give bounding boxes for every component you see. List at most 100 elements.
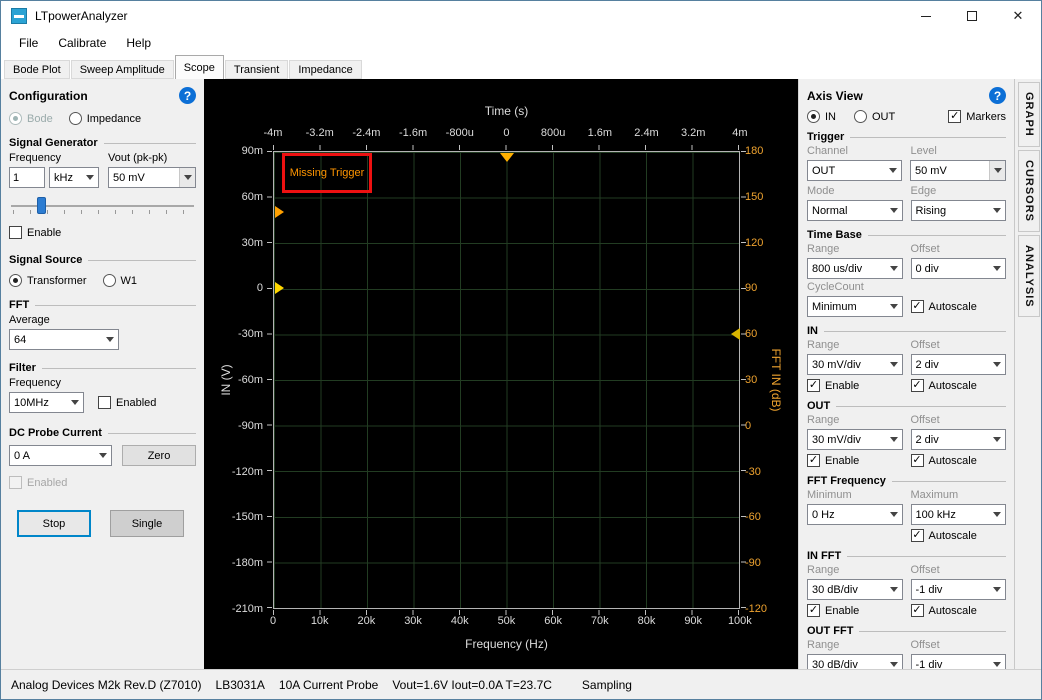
tab-bode-plot[interactable]: Bode Plot	[4, 60, 70, 79]
side-tab-graph[interactable]: GRAPH	[1018, 82, 1040, 147]
tick-label: 120	[745, 235, 793, 251]
stop-button[interactable]: Stop	[17, 510, 91, 537]
chevron-down-icon	[82, 168, 98, 187]
side-tab-analysis[interactable]: ANALYSIS	[1018, 235, 1040, 318]
app-window: LTpowerAnalyzer ✕ File Calibrate Help Bo…	[0, 0, 1042, 700]
radio-axis-out[interactable]: OUT	[854, 110, 895, 123]
radio-dot-icon	[9, 112, 22, 125]
fft-zero-marker-icon[interactable]	[731, 328, 740, 340]
trigger-level-combo[interactable]	[910, 160, 1006, 181]
check-icon: ✓	[911, 604, 924, 617]
tick-label: -60	[745, 509, 793, 525]
radio-transformer[interactable]: Transformer	[9, 274, 87, 287]
signal-generator-enable-checkbox[interactable]: Enable	[9, 226, 61, 239]
scope-display: Time (s) -4m -3.2m -2.4m -1.6m -800u 0 8…	[204, 79, 798, 671]
radio-dot-icon	[807, 110, 820, 123]
radio-w1[interactable]: W1	[103, 274, 138, 287]
trigger-channel-select[interactable]: OUT	[807, 160, 902, 181]
frequency-unit-select[interactable]: kHz	[49, 167, 99, 188]
maximize-button[interactable]	[949, 1, 995, 31]
out-enable-checkbox[interactable]: ✓ Enable	[807, 454, 903, 467]
out-range-select[interactable]: 30 mV/div	[807, 429, 903, 450]
side-tab-cursors[interactable]: CURSORS	[1018, 150, 1040, 232]
help-icon[interactable]: ?	[179, 87, 196, 104]
in-enable-checkbox[interactable]: ✓ Enable	[807, 379, 903, 392]
out-autoscale-checkbox[interactable]: ✓ Autoscale	[911, 454, 1007, 467]
in-fft-range-select[interactable]: 30 dB/div	[807, 579, 903, 600]
slider-handle[interactable]	[37, 197, 46, 214]
check-icon: ✓	[948, 110, 961, 123]
fft-frequency-max-select[interactable]: 100 kHz	[911, 504, 1007, 525]
tick-label: 0	[485, 127, 527, 139]
in-zero-marker-icon[interactable]	[275, 282, 284, 294]
frequency-input[interactable]	[9, 167, 45, 188]
maximum-label: Maximum	[911, 489, 1007, 502]
radio-impedance[interactable]: Impedance	[69, 112, 141, 125]
in-fft-offset-select[interactable]: -1 div	[911, 579, 1007, 600]
help-icon[interactable]: ?	[989, 87, 1006, 104]
vout-select[interactable]: 50 mV	[108, 167, 196, 188]
close-button[interactable]: ✕	[995, 1, 1041, 31]
chevron-down-icon	[95, 446, 111, 465]
trigger-level-label: Level	[911, 145, 1007, 158]
markers-checkbox[interactable]: ✓ Markers	[948, 110, 1006, 123]
missing-trigger-text: Missing Trigger	[290, 167, 365, 179]
out-offset-select[interactable]: 2 div	[911, 429, 1007, 450]
menu-help[interactable]: Help	[116, 31, 161, 55]
fft-section-title: FFT	[9, 299, 196, 311]
time-zero-marker-icon[interactable]	[500, 153, 514, 162]
in-offset-select[interactable]: 2 div	[911, 354, 1007, 375]
tick-label: 800u	[532, 127, 574, 139]
radio-dot-icon	[103, 274, 116, 287]
in-fft-autoscale-checkbox[interactable]: ✓ Autoscale	[911, 604, 1007, 617]
time-base-range-select[interactable]: 800 us/div	[807, 258, 903, 279]
zero-button[interactable]: Zero	[122, 445, 196, 466]
trigger-edge-select[interactable]: Rising	[911, 200, 1007, 221]
tick-label: 0	[204, 280, 267, 296]
chevron-down-icon	[886, 580, 902, 599]
tab-sweep-amplitude[interactable]: Sweep Amplitude	[71, 60, 174, 79]
app-icon	[11, 8, 27, 24]
single-button[interactable]: Single	[110, 510, 184, 537]
filter-enabled-checkbox[interactable]: Enabled	[98, 396, 156, 409]
fft-frequency-min-select[interactable]: 0 Hz	[807, 504, 903, 525]
in-autoscale-checkbox[interactable]: ✓ Autoscale	[911, 379, 1007, 392]
chevron-down-icon	[102, 330, 118, 349]
signal-generator-section-title: Signal Generator	[9, 137, 196, 149]
range-label: Range	[807, 339, 903, 352]
tab-transient[interactable]: Transient	[225, 60, 288, 79]
offset-label: Offset	[911, 564, 1007, 577]
chevron-down-icon	[989, 430, 1005, 449]
status-board: LB3031A	[216, 678, 265, 692]
chevron-down-icon	[989, 201, 1005, 220]
time-base-autoscale-checkbox[interactable]: ✓ Autoscale	[911, 300, 1006, 313]
radio-dot-icon	[854, 110, 867, 123]
average-label: Average	[9, 314, 196, 327]
tick-label: 3.2m	[672, 127, 714, 139]
tab-scope[interactable]: Scope	[175, 55, 224, 79]
cycle-count-select[interactable]: Minimum	[807, 296, 903, 317]
trigger-level-marker-icon[interactable]	[275, 206, 284, 218]
fft-average-select[interactable]: 64	[9, 329, 119, 350]
dc-probe-current-select[interactable]: 0 A	[9, 445, 112, 466]
window-title: LTpowerAnalyzer	[35, 9, 127, 23]
filter-frequency-select[interactable]: 10MHz	[9, 392, 84, 413]
menu-bar: File Calibrate Help	[1, 31, 1041, 55]
radio-axis-in[interactable]: IN	[807, 110, 836, 123]
time-base-offset-select[interactable]: 0 div	[911, 258, 1007, 279]
minimize-button[interactable]	[903, 1, 949, 31]
in-axis-ticks: 90m 60m 30m 0 -30m -60m -90m -120m -150m…	[204, 143, 267, 617]
fft-frequency-autoscale-checkbox[interactable]: ✓ Autoscale	[911, 529, 1007, 542]
menu-file[interactable]: File	[9, 31, 48, 55]
radio-dot-icon	[69, 112, 82, 125]
tab-impedance[interactable]: Impedance	[289, 60, 361, 79]
in-range-select[interactable]: 30 mV/div	[807, 354, 903, 375]
tick-label: -60m	[204, 372, 267, 388]
menu-calibrate[interactable]: Calibrate	[48, 31, 116, 55]
trigger-mode-select[interactable]: Normal	[807, 200, 903, 221]
trigger-level-input[interactable]	[915, 165, 989, 177]
in-fft-enable-checkbox[interactable]: ✓ Enable	[807, 604, 903, 617]
offset-label: Offset	[911, 414, 1007, 427]
amplitude-slider[interactable]	[9, 196, 196, 216]
tick-label: 4m	[719, 127, 761, 139]
